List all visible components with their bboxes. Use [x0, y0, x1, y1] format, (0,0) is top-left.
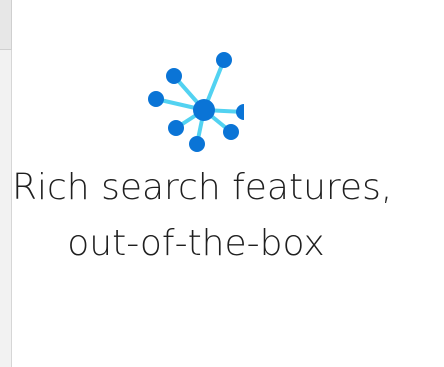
feature-title: Rich search features, out-of-the-box [12, 160, 393, 272]
left-scrollbar-track[interactable] [0, 0, 12, 367]
left-scrollbar-thumb[interactable] [0, 0, 12, 50]
feature-title-line-2: out-of-the-box [67, 223, 325, 264]
network-graph-icon [134, 44, 252, 154]
feature-title-line-1: Rich search features, [12, 167, 393, 208]
feature-card: Rich search features, out-of-the-box [12, 0, 444, 367]
